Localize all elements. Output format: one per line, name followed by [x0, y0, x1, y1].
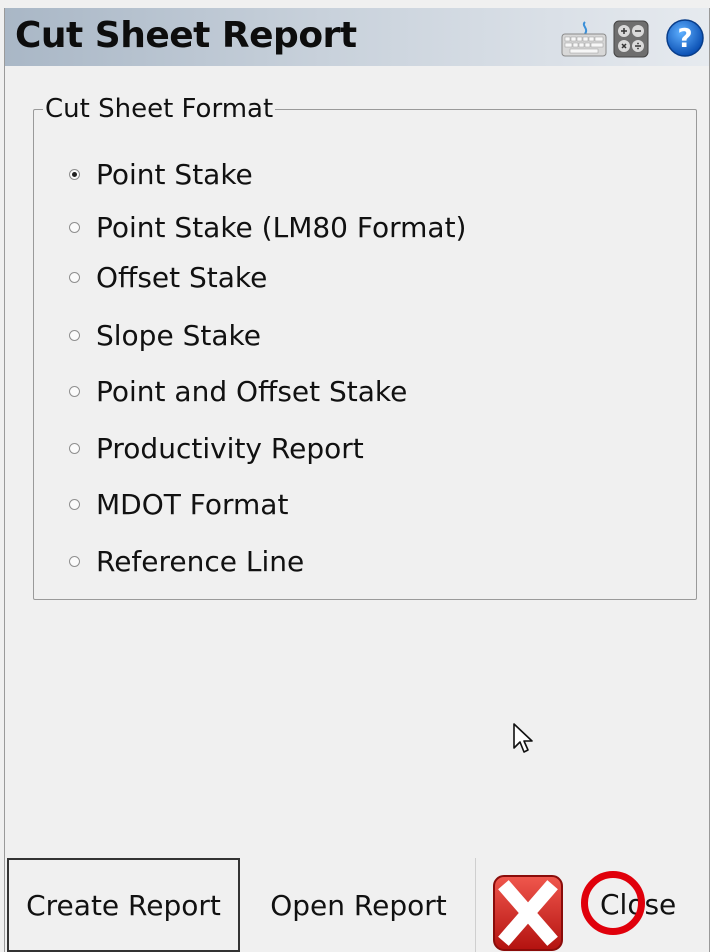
radio-button[interactable]	[69, 555, 80, 567]
keyboard-icon[interactable]	[561, 20, 607, 58]
radio-label: Point Stake (LM80 Format)	[96, 210, 467, 244]
close-label: Close	[600, 888, 677, 921]
radio-button[interactable]	[69, 385, 80, 397]
radio-label: Reference Line	[96, 544, 305, 578]
radio-label: MDOT Format	[96, 487, 289, 521]
radio-productivity-report[interactable]: Productivity Report	[69, 428, 364, 468]
cut-sheet-report-window: Cut Sheet Report ? Cut Sheet Format Poin…	[4, 8, 710, 952]
radio-button[interactable]	[69, 168, 80, 180]
radio-button[interactable]	[69, 271, 80, 283]
help-icon[interactable]: ?	[665, 18, 705, 58]
radio-label: Point Stake	[96, 157, 253, 191]
radio-label: Point and Offset Stake	[96, 374, 408, 408]
close-x-icon	[493, 875, 563, 951]
radio-point-stake[interactable]: Point Stake	[69, 154, 253, 194]
radio-slope-stake[interactable]: Slope Stake	[69, 315, 261, 355]
radio-label: Productivity Report	[96, 431, 364, 465]
mouse-pointer-icon	[513, 723, 533, 753]
radio-reference-line[interactable]: Reference Line	[69, 541, 304, 581]
radio-button[interactable]	[69, 329, 80, 341]
radio-button[interactable]	[69, 498, 80, 510]
group-legend: Cut Sheet Format	[43, 94, 276, 124]
radio-label: Offset Stake	[96, 260, 268, 294]
radio-button[interactable]	[69, 442, 80, 454]
close-button[interactable]: Close	[477, 858, 709, 952]
button-bar: Create Report Open Report Close	[5, 858, 709, 952]
radio-mdot-format[interactable]: MDOT Format	[69, 484, 288, 524]
window-title: Cut Sheet Report	[15, 15, 357, 56]
radio-button[interactable]	[69, 221, 80, 233]
title-bar: Cut Sheet Report ?	[5, 8, 709, 66]
svg-text:?: ?	[677, 24, 692, 54]
create-report-button[interactable]: Create Report	[7, 858, 240, 952]
radio-offset-stake[interactable]: Offset Stake	[69, 257, 267, 297]
open-report-button[interactable]: Open Report	[242, 858, 476, 952]
calculator-icon[interactable]	[613, 20, 649, 58]
radio-point-and-offset-stake[interactable]: Point and Offset Stake	[69, 371, 407, 411]
radio-point-stake-lm80[interactable]: Point Stake (LM80 Format)	[69, 207, 466, 247]
radio-label: Slope Stake	[96, 318, 261, 352]
